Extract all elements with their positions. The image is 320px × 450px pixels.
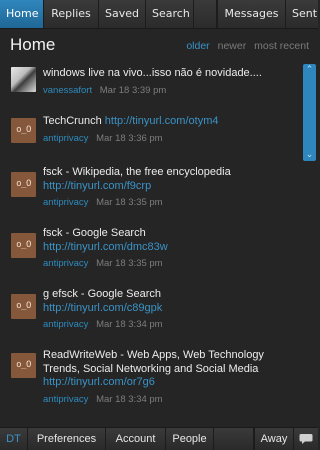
tab-bar-spacer — [194, 0, 217, 28]
tweet-link[interactable]: http://tinyurl.com/dmc83w — [43, 241, 298, 255]
tweet-user[interactable]: antiprivacy — [43, 319, 88, 330]
account-button[interactable]: Account — [106, 428, 166, 450]
tweet-time: Mar 18 3:34 pm — [96, 393, 163, 405]
tweet-text-prefix: TechCrunch — [43, 115, 105, 127]
chat-button[interactable] — [294, 428, 318, 450]
most-recent-link[interactable]: most recent — [254, 40, 309, 52]
scrollbar-thumb[interactable]: ⌃ ⌄ — [303, 64, 316, 161]
tweet-text: fsck - Google Search — [43, 227, 146, 239]
tweet-user[interactable]: antiprivacy — [43, 258, 88, 269]
tweet-link[interactable]: http://tinyurl.com/c89gpk — [43, 302, 298, 316]
away-button[interactable]: Away — [254, 428, 294, 450]
tweet-user[interactable]: antiprivacy — [43, 197, 88, 208]
tweet-user[interactable]: antiprivacy — [43, 133, 88, 144]
people-button[interactable]: People — [166, 428, 214, 450]
tweet-meta: vanessafort Mar 18 3:39 pm — [43, 85, 298, 96]
preferences-button[interactable]: Preferences — [28, 428, 106, 450]
tab-replies[interactable]: Replies — [44, 0, 99, 28]
page-title: Home — [10, 35, 56, 54]
chevron-down-icon[interactable]: ⌄ — [303, 150, 316, 160]
tweet-body: TechCrunch http://tinyurl.com/otym4 anti… — [43, 115, 298, 144]
tweet-link[interactable]: http://tinyurl.com/otym4 — [105, 115, 219, 127]
tweet-time: Mar 18 3:36 pm — [96, 132, 163, 144]
speech-bubble-icon — [299, 434, 313, 444]
avatar[interactable]: o_O — [11, 353, 36, 378]
chevron-up-icon[interactable]: ⌃ — [303, 65, 316, 75]
avatar[interactable] — [11, 67, 36, 92]
top-tab-bar: Home Replies Saved Search Messages Sent — [0, 0, 318, 29]
tweet-text: windows live na vivo...isso não é novida… — [43, 67, 262, 79]
tweet-user[interactable]: antiprivacy — [43, 394, 88, 405]
tweet-time: Mar 18 3:35 pm — [96, 197, 163, 208]
dt-button[interactable]: DT — [0, 428, 28, 450]
tab-search[interactable]: Search — [146, 0, 194, 28]
tweet-text: g efsck - Google Search — [43, 288, 162, 300]
avatar[interactable]: o_O — [11, 233, 36, 258]
tweet-text: fsck - Wikipedia, the free encyclopedia — [43, 166, 231, 178]
tweet-meta: antiprivacy Mar 18 3:35 pm — [43, 258, 298, 269]
avatar[interactable]: o_O — [11, 172, 36, 197]
newer-link[interactable]: newer — [218, 40, 247, 52]
older-link[interactable]: older — [186, 40, 209, 52]
tweet-user[interactable]: vanessafort — [43, 85, 92, 96]
bottom-bar: DT Preferences Account People Away — [0, 427, 318, 450]
tweet-text: ReadWriteWeb - Web Apps, Web Technology … — [43, 349, 264, 375]
timeline[interactable]: windows live na vivo...isso não é novida… — [0, 60, 318, 426]
tab-home[interactable]: Home — [0, 0, 44, 28]
tweet-text: TechCrunch http://tinyurl.com/otym4 — [43, 115, 298, 129]
bottom-bar-spacer — [214, 428, 254, 450]
tweet-body: ReadWriteWeb - Web Apps, Web Technology … — [43, 349, 298, 405]
tab-messages[interactable]: Messages — [217, 0, 286, 28]
page-header: Home older newer most recent — [0, 30, 318, 60]
tab-sent[interactable]: Sent — [286, 0, 318, 28]
tab-saved[interactable]: Saved — [99, 0, 146, 28]
tweet-link[interactable]: http://tinyurl.com/f9crp — [43, 180, 298, 194]
tweet-time: Mar 18 3:34 pm — [96, 319, 163, 330]
tweet-body: fsck - Google Search http://tinyurl.com/… — [43, 227, 298, 269]
tweet-time: Mar 18 3:35 pm — [96, 258, 163, 269]
tweet-meta: antiprivacy Mar 18 3:35 pm — [43, 197, 298, 208]
tweet-body: windows live na vivo...isso não é novida… — [43, 67, 298, 96]
tweet-body: fsck - Wikipedia, the free encyclopedia … — [43, 166, 298, 208]
tweet-meta: antiprivacy Mar 18 3:34 pm — [43, 394, 298, 405]
tweet-meta: antiprivacy Mar 18 3:34 pm — [43, 319, 298, 330]
tweet-link[interactable]: http://tinyurl.com/or7g6 — [43, 376, 298, 390]
avatar[interactable]: o_O — [11, 118, 36, 143]
avatar[interactable]: o_O — [11, 294, 36, 319]
tweet-time: Mar 18 3:39 pm — [99, 84, 167, 96]
pager: older newer most recent — [181, 40, 309, 52]
tweet-body: g efsck - Google Search http://tinyurl.c… — [43, 288, 298, 330]
tweet-meta: antiprivacy Mar 18 3:36 pm — [43, 133, 298, 144]
